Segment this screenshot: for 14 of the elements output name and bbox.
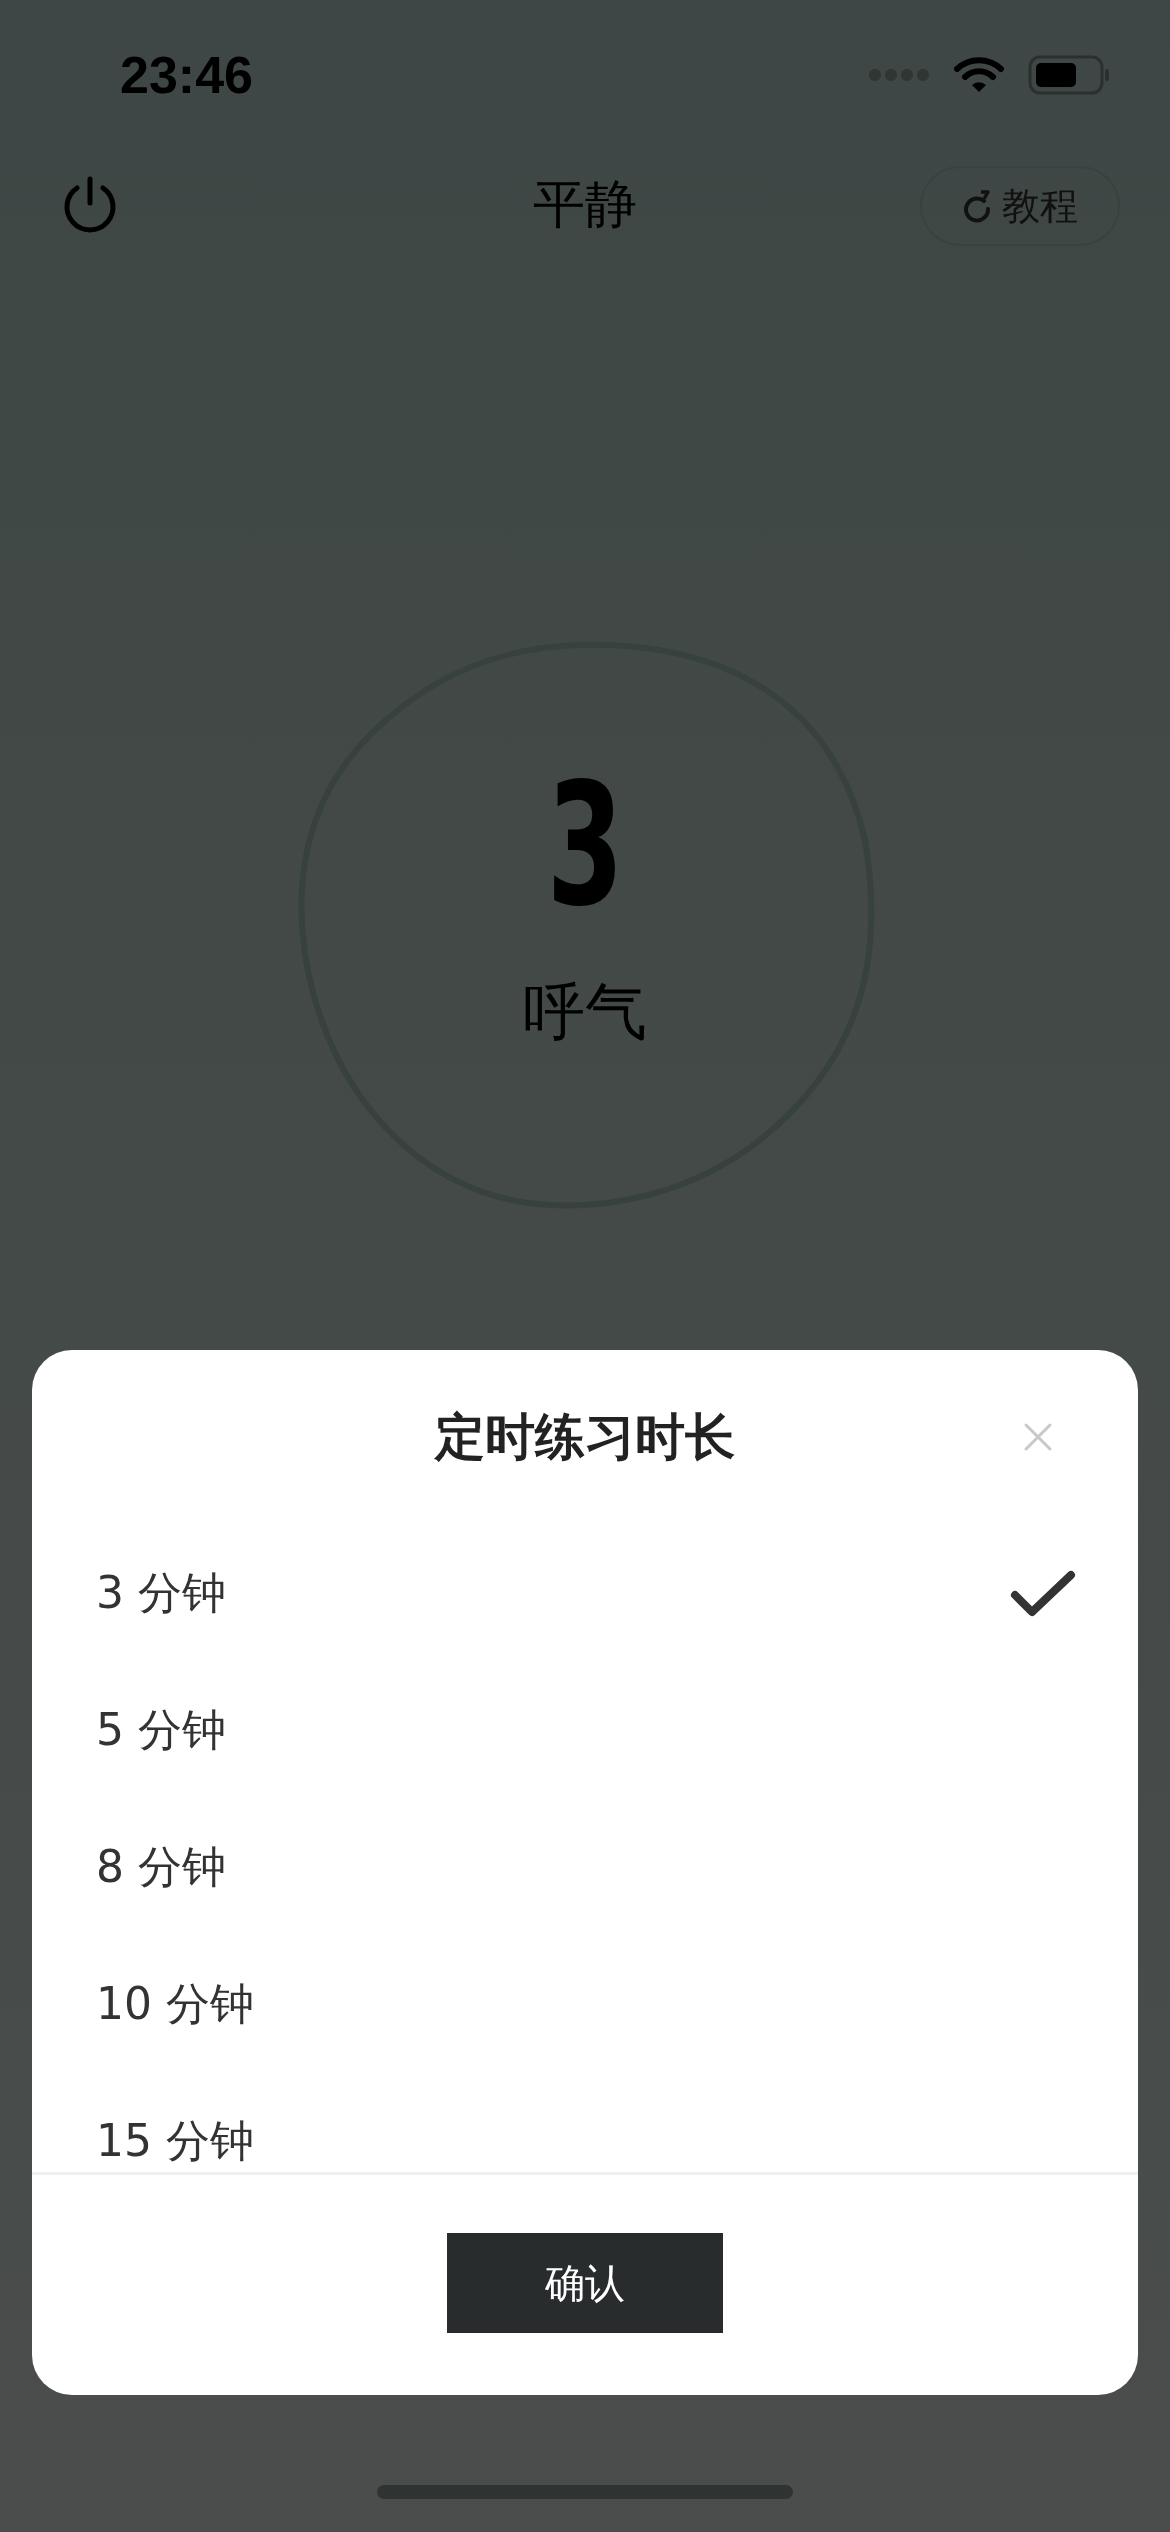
- duration-option[interactable]: 5 分钟: [32, 1662, 1138, 1799]
- duration-option[interactable]: 15 分钟: [32, 2073, 1138, 2172]
- sheet-title: 定时练习时长: [435, 1407, 735, 1468]
- close-icon[interactable]: [1023, 1422, 1053, 1452]
- breath-count: 3: [546, 760, 624, 930]
- confirm-button[interactable]: 确认: [447, 2233, 723, 2333]
- screen-title: 平静: [533, 173, 637, 236]
- duration-option[interactable]: 3 分钟: [32, 1525, 1138, 1662]
- battery-icon: [1028, 55, 1110, 95]
- wifi-icon: [954, 56, 1004, 94]
- duration-option[interactable]: 10 分钟: [32, 1936, 1138, 2073]
- status-time: 23:46: [120, 45, 253, 105]
- duration-option[interactable]: 8 分钟: [32, 1799, 1138, 1936]
- breath-phase: 呼气: [523, 974, 647, 1050]
